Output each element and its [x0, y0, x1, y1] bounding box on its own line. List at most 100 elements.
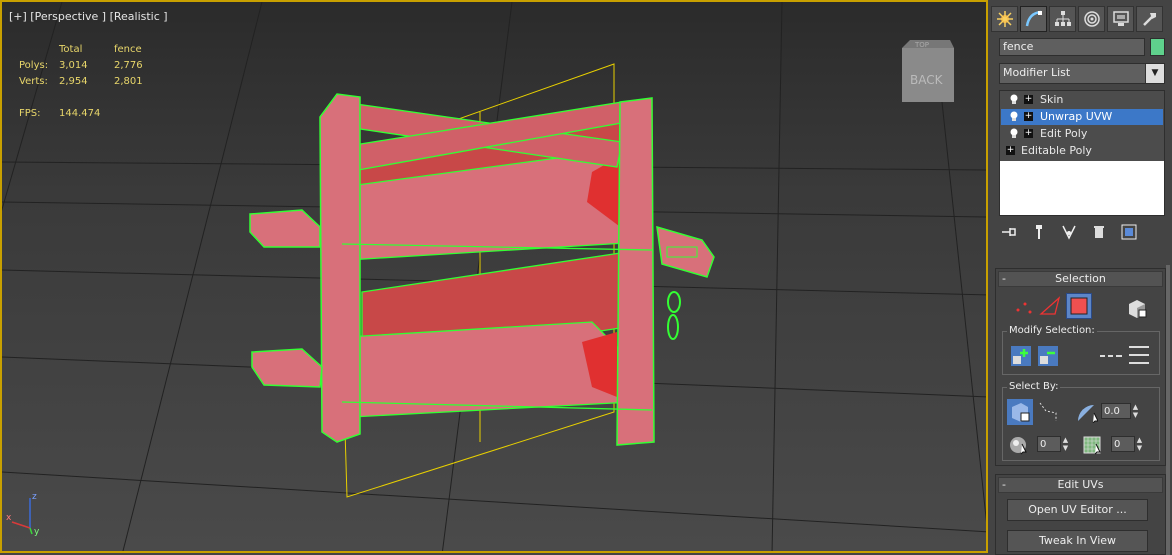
edge-icon: [1039, 296, 1061, 315]
stack-item-label: Editable Poly: [1021, 144, 1092, 157]
edge-mode-button[interactable]: [1038, 295, 1062, 317]
smoothing-spinner[interactable]: 0 ▲ ▼: [1037, 436, 1070, 452]
collapse-icon: -: [1002, 272, 1006, 285]
pin-stack-button[interactable]: [999, 223, 1019, 241]
create-tab[interactable]: [991, 6, 1018, 32]
select-by-group: Select By: 0.0 ▲ ▼ 0 ▲ ▼ 0 ▲ ▼: [1002, 381, 1160, 461]
edit-uvs-rollout: - Edit UVs Open UV Editor ... Tweak In V…: [995, 474, 1166, 555]
expand-icon[interactable]: +: [1024, 129, 1033, 138]
show-end-result-button[interactable]: [1029, 223, 1049, 241]
stack-item-label: Unwrap UVW: [1040, 110, 1113, 123]
planar-angle-button[interactable]: [1073, 400, 1099, 424]
lightbulb-icon[interactable]: [1009, 94, 1019, 106]
collapse-icon: -: [1002, 478, 1006, 491]
motion-icon: [1083, 11, 1100, 27]
spinner-arrows-icon[interactable]: ▲ ▼: [1061, 436, 1070, 452]
edge-ring-icon: [1129, 346, 1149, 364]
planar-angle-value[interactable]: 0.0: [1101, 403, 1131, 419]
select-by-smoothing-button[interactable]: [1007, 433, 1033, 457]
polys-object: 2,776: [114, 60, 143, 71]
tweak-in-view-button[interactable]: Tweak In View: [1007, 530, 1148, 552]
hierarchy-tab[interactable]: [1049, 6, 1076, 32]
show-end-result-icon: [1036, 225, 1042, 239]
motion-tab[interactable]: [1078, 6, 1105, 32]
select-by-material-button[interactable]: [1081, 433, 1107, 457]
lightbulb-icon[interactable]: [1009, 111, 1019, 123]
edit-uvs-rollout-title: Edit UVs: [1057, 478, 1104, 491]
vertex-mode-button[interactable]: [1012, 295, 1036, 317]
viewport-label[interactable]: [+] [Perspective ] [Realistic ]: [9, 10, 168, 23]
stack-item-unwrap-uvw[interactable]: + Unwrap UVW: [1001, 109, 1163, 125]
modify-selection-group: Modify Selection:: [1002, 325, 1160, 375]
select-by-element-button[interactable]: [1007, 399, 1033, 425]
modifier-stack[interactable]: + Skin + Unwrap UVW + Edit Poly + Editab…: [999, 90, 1165, 216]
viewcube-top-label: TOP: [914, 41, 929, 49]
fence-object[interactable]: [249, 93, 715, 446]
expand-icon[interactable]: +: [1006, 146, 1015, 155]
edge-loop-button[interactable]: [1099, 346, 1123, 366]
select-edge-icon: [1039, 402, 1057, 421]
make-unique-button[interactable]: [1059, 223, 1079, 241]
chevron-down-icon[interactable]: ▼: [1145, 64, 1164, 83]
element-mode-button[interactable]: [1124, 295, 1150, 321]
material-id-spinner[interactable]: 0 ▲ ▼: [1111, 436, 1144, 452]
face-mode-button[interactable]: [1066, 293, 1092, 319]
spinner-arrows-icon[interactable]: ▲ ▼: [1131, 403, 1140, 419]
axis-z-label: z: [32, 492, 37, 502]
stack-item-editable-poly[interactable]: + Editable Poly: [1001, 143, 1163, 159]
vertex-icon: [1016, 302, 1032, 314]
polys-label: Polys:: [19, 60, 49, 71]
perspective-viewport[interactable]: [+] [Perspective ] [Realistic ] Total fen…: [0, 0, 988, 553]
stack-item-skin[interactable]: + Skin: [1001, 92, 1163, 108]
smoothing-value[interactable]: 0: [1037, 436, 1061, 452]
trash-icon: [1094, 226, 1104, 238]
stats-overlay: Total fence Polys: 3,014 2,776 Verts: 2,954 2…: [19, 42, 164, 122]
stats-header-total: Total: [59, 44, 83, 55]
fps-value: 144.474: [59, 108, 101, 119]
selection-rollout-header[interactable]: - Selection: [998, 271, 1163, 287]
stack-toolbar: [999, 222, 1165, 242]
object-name-field[interactable]: fence: [999, 38, 1145, 56]
configure-modifier-sets-button[interactable]: [1119, 223, 1139, 241]
sphere-icon: [1010, 437, 1027, 455]
viewcube[interactable]: TOP BACK: [898, 40, 954, 102]
modifier-list-label: Modifier List: [1003, 66, 1071, 79]
viewcube-face-label[interactable]: BACK: [910, 73, 944, 87]
polys-total: 3,014: [59, 60, 88, 71]
stack-item-label: Skin: [1040, 93, 1064, 106]
fps-label: FPS:: [19, 108, 41, 119]
axis-x-label: x: [6, 513, 12, 523]
edge-loop-icon: [1100, 355, 1122, 357]
expand-icon[interactable]: +: [1024, 112, 1033, 121]
shrink-selection-button[interactable]: [1036, 344, 1060, 368]
select-by-edge-button[interactable]: [1037, 400, 1059, 424]
edge-ring-button[interactable]: [1127, 342, 1151, 368]
shrink-icon: [1038, 346, 1058, 366]
lightbulb-icon[interactable]: [1009, 128, 1019, 140]
stack-item-edit-poly[interactable]: + Edit Poly: [1001, 126, 1163, 142]
planar-angle-spinner[interactable]: 0.0 ▲ ▼: [1101, 403, 1140, 419]
object-color-swatch[interactable]: [1150, 38, 1165, 56]
element-uv-icon: [1012, 403, 1030, 422]
remove-modifier-button[interactable]: [1089, 223, 1109, 241]
panel-scrollbar[interactable]: [1166, 265, 1170, 555]
open-uv-editor-button[interactable]: Open UV Editor ...: [1007, 499, 1148, 521]
create-icon: [996, 11, 1013, 27]
pin-icon: [1002, 228, 1016, 236]
material-id-value[interactable]: 0: [1111, 436, 1135, 452]
grow-selection-button[interactable]: [1009, 344, 1033, 368]
utilities-tab[interactable]: [1136, 6, 1163, 32]
modify-tab[interactable]: [1020, 6, 1047, 32]
display-tab[interactable]: [1107, 6, 1134, 32]
modifier-list-dropdown[interactable]: Modifier List ▼: [999, 63, 1165, 84]
spinner-arrows-icon[interactable]: ▲ ▼: [1135, 436, 1144, 452]
expand-icon[interactable]: +: [1024, 95, 1033, 104]
configure-icon: [1121, 224, 1137, 240]
verts-total: 2,954: [59, 76, 88, 87]
modify-selection-label: Modify Selection:: [1007, 325, 1097, 336]
selection-rollout: - Selection Modify Selection: Select By:…: [995, 268, 1166, 466]
element-icon: [1129, 300, 1147, 318]
edit-uvs-rollout-header[interactable]: - Edit UVs: [998, 477, 1163, 493]
display-icon: [1112, 11, 1129, 26]
command-panel-tabs: [991, 6, 1165, 32]
